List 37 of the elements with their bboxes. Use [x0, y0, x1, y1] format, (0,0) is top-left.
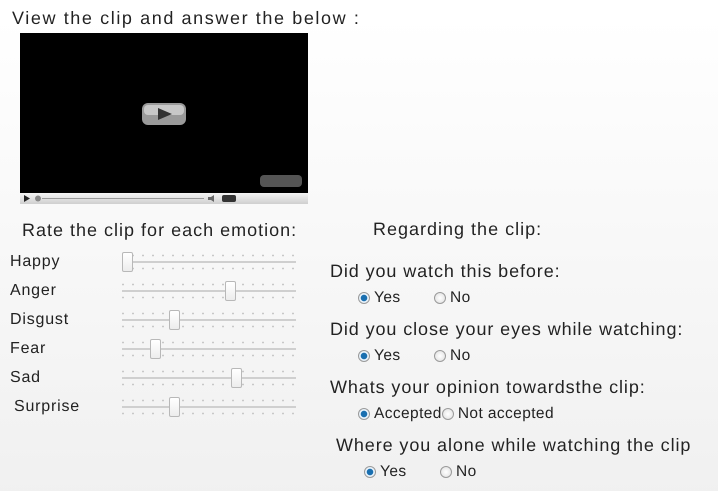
emotion-label: Sad — [10, 368, 42, 386]
radio-icon[interactable] — [434, 292, 446, 304]
fullscreen-icon[interactable] — [222, 195, 236, 202]
slider-thumb[interactable] — [169, 310, 180, 330]
emotion-label: Anger — [10, 282, 58, 300]
rating-title: Rate the clip for each emotion: — [22, 220, 298, 241]
radio-option[interactable]: No — [434, 347, 471, 365]
radio-option[interactable]: No — [440, 463, 477, 481]
question-text: Where you alone while watching the clip — [336, 435, 692, 457]
radio-icon[interactable] — [358, 292, 370, 304]
radio-icon[interactable] — [440, 466, 452, 478]
section-title: Regarding the clip: — [373, 219, 544, 241]
radio-icon[interactable] — [442, 408, 454, 420]
slider-thumb[interactable] — [231, 368, 242, 388]
radio-option[interactable]: Yes — [358, 289, 434, 307]
radio-icon[interactable] — [434, 350, 446, 362]
radio-option[interactable]: Accepted — [358, 405, 442, 423]
emotion-label: Disgust — [10, 310, 70, 328]
slider-thumb[interactable] — [224, 280, 236, 300]
play-icon[interactable] — [24, 195, 30, 202]
radio-option[interactable]: Yes — [364, 463, 440, 481]
emotion-label: Surprise — [13, 398, 81, 416]
instruction-heading: View the clip and answer the below : — [12, 8, 362, 29]
radio-icon[interactable] — [364, 466, 376, 478]
question-text: Did you watch this before: — [330, 261, 562, 283]
radio-option[interactable]: No — [434, 289, 471, 307]
slider-thumb[interactable] — [122, 252, 133, 272]
slider-thumb[interactable] — [169, 396, 180, 416]
radio-icon[interactable] — [358, 408, 370, 420]
radio-icon[interactable] — [358, 350, 370, 362]
emotion-label: Fear — [10, 340, 48, 358]
emotion-label: Happy — [10, 252, 62, 270]
radio-option[interactable]: Yes — [358, 347, 434, 365]
slider-thumb[interactable] — [150, 338, 161, 358]
question-text: Did you close your eyes while watching: — [330, 319, 684, 341]
radio-option[interactable]: Not accepted — [442, 405, 554, 423]
question-text: Whats your opinion towardsthe clip: — [330, 377, 647, 399]
